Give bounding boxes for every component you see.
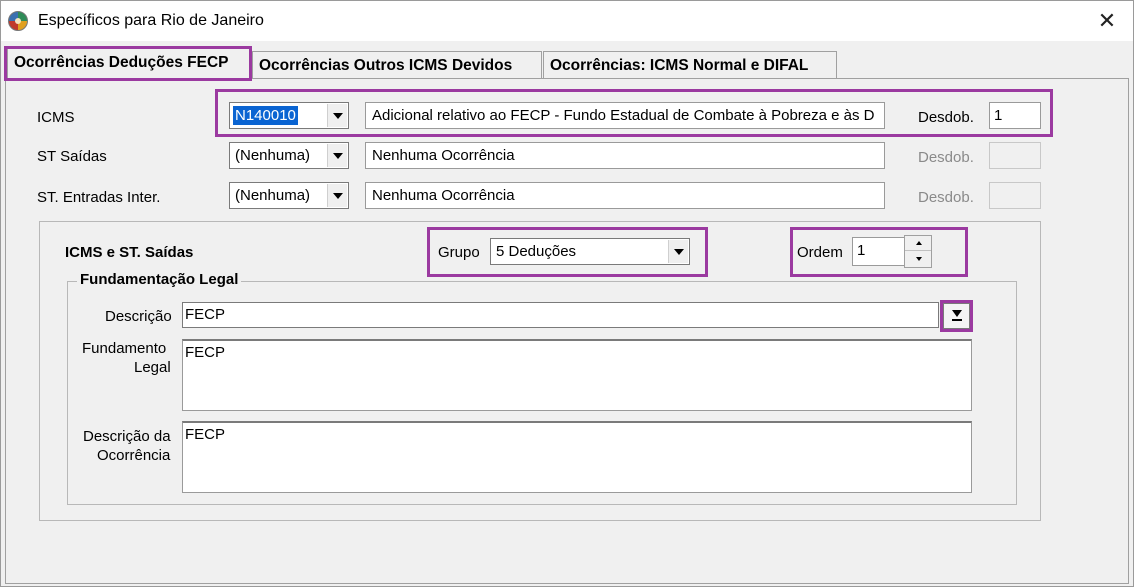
ordem-value: 1 <box>857 242 866 259</box>
descricao-value: FECP <box>185 306 226 323</box>
chevron-down-icon[interactable] <box>668 240 688 263</box>
chevron-down-icon[interactable] <box>327 104 347 127</box>
icms-desdob-label: Desdob. <box>918 109 974 126</box>
st-saidas-label: ST Saídas <box>37 148 107 165</box>
st-saidas-desdob-label: Desdob. <box>918 149 974 166</box>
fundamento-legal-textarea[interactable]: FECP <box>182 339 972 411</box>
st-saidas-desdob-input[interactable] <box>989 142 1041 169</box>
dialog-window: Específicos para Rio de Janeiro ✕ Ocorrê… <box>0 0 1134 587</box>
st-entradas-code-combo[interactable]: (Nenhuma) <box>229 182 349 209</box>
spin-down-icon[interactable] <box>905 252 931 267</box>
tab-ocorrencias-outros-icms-devidos[interactable]: Ocorrências Outros ICMS Devidos <box>252 51 542 78</box>
tab-ocorrencias-icms-normal-difal[interactable]: Ocorrências: ICMS Normal e DIFAL <box>543 51 837 78</box>
icms-desdob-input[interactable]: 1 <box>989 102 1041 129</box>
grupo-label: Grupo <box>438 244 480 261</box>
window-title: Específicos para Rio de Janeiro <box>38 12 264 29</box>
st-saidas-code-value: (Nenhuma) <box>235 147 311 164</box>
close-icon[interactable]: ✕ <box>1095 7 1119 35</box>
download-arrow-icon[interactable] <box>943 303 970 329</box>
descricao-input[interactable]: FECP <box>182 302 939 328</box>
icms-description-value: Adicional relativo ao FECP - Fundo Estad… <box>372 107 875 124</box>
ordem-input[interactable]: 1 <box>852 237 906 266</box>
icms-desdob-value: 1 <box>994 107 1003 124</box>
title-bar: Específicos para Rio de Janeiro ✕ <box>1 1 1133 41</box>
tab-strip: Ocorrências Deduções FECP Ocorrências Ou… <box>1 41 1133 79</box>
ordem-spinner[interactable] <box>904 235 932 268</box>
st-entradas-desdob-label: Desdob. <box>918 189 974 206</box>
descricao-label: Descrição <box>105 308 172 325</box>
fundamento-value: FECP <box>185 344 226 361</box>
st-entradas-desdob-input[interactable] <box>989 182 1041 209</box>
chevron-down-icon[interactable] <box>327 184 347 207</box>
grupo-value: 5 Deduções <box>496 243 577 260</box>
st-saidas-code-combo[interactable]: (Nenhuma) <box>229 142 349 169</box>
icms-description-field[interactable]: Adicional relativo ao FECP - Fundo Estad… <box>365 102 885 129</box>
grupo-select[interactable]: 5 Deduções <box>490 238 690 265</box>
icms-label: ICMS <box>37 109 75 126</box>
tab-ocorrencias-deducoes-fecp[interactable]: Ocorrências Deduções FECP <box>7 48 251 78</box>
fundamento-label-line1: Fundamento <box>82 340 167 357</box>
group-title: ICMS e ST. Saídas <box>65 244 194 261</box>
icms-code-combo[interactable]: N140010 <box>229 102 349 129</box>
desc-ocorrencia-label-line1: Descrição da <box>83 428 171 445</box>
desc-ocorrencia-textarea[interactable]: FECP <box>182 421 972 493</box>
ordem-label: Ordem <box>797 244 843 261</box>
st-entradas-label: ST. Entradas Inter. <box>37 189 161 206</box>
st-entradas-description-value: Nenhuma Ocorrência <box>372 187 515 204</box>
st-entradas-description-field[interactable]: Nenhuma Ocorrência <box>365 182 885 209</box>
icms-code-value: N140010 <box>233 106 298 125</box>
st-entradas-code-value: (Nenhuma) <box>235 187 311 204</box>
desc-ocorrencia-label-line2: Ocorrência <box>97 447 171 464</box>
st-saidas-description-value: Nenhuma Ocorrência <box>372 147 515 164</box>
app-globe-icon <box>8 11 28 31</box>
fundamento-label-line2: Legal <box>134 359 171 376</box>
chevron-down-icon[interactable] <box>327 144 347 167</box>
spin-up-icon[interactable] <box>905 236 931 251</box>
desc-ocorrencia-value: FECP <box>185 426 226 443</box>
fundamentacao-legend: Fundamentação Legal <box>77 271 242 288</box>
st-saidas-description-field[interactable]: Nenhuma Ocorrência <box>365 142 885 169</box>
